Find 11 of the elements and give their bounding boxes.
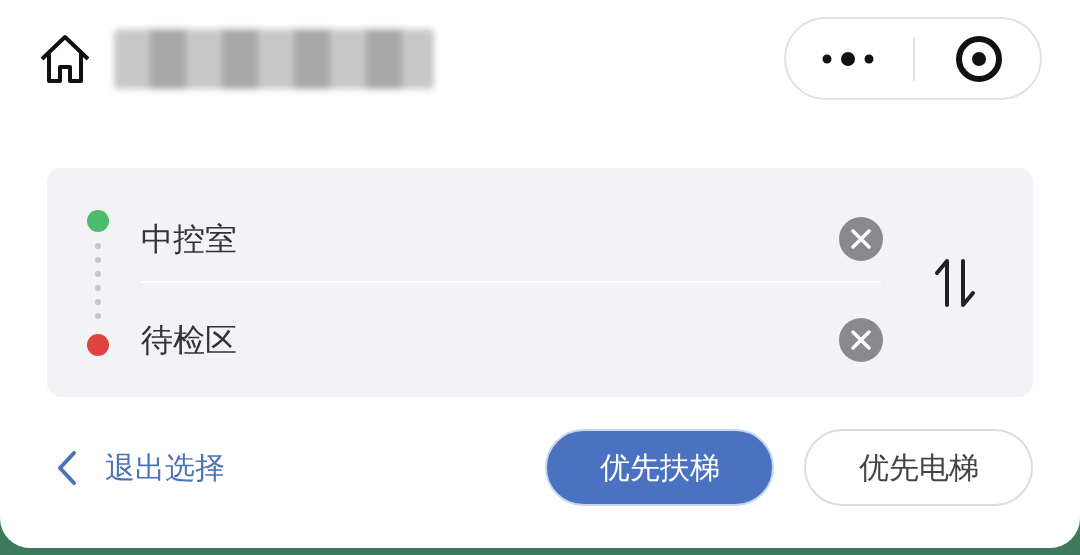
chevron-left-icon <box>57 449 77 486</box>
clear-icon[interactable] <box>839 216 883 261</box>
clear-icon[interactable] <box>839 317 883 362</box>
home-icon[interactable] <box>38 33 92 85</box>
back-link[interactable]: 退出选择 <box>47 445 225 490</box>
location-name[interactable]: 中控室 <box>141 214 237 263</box>
more-icon[interactable] <box>822 51 874 66</box>
location-name[interactable]: 待检区 <box>141 315 237 364</box>
route-option-button[interactable]: 优先电梯 <box>804 429 1033 506</box>
route-option-button[interactable]: 优先扶梯 <box>545 429 774 506</box>
target-icon[interactable] <box>954 33 1004 84</box>
